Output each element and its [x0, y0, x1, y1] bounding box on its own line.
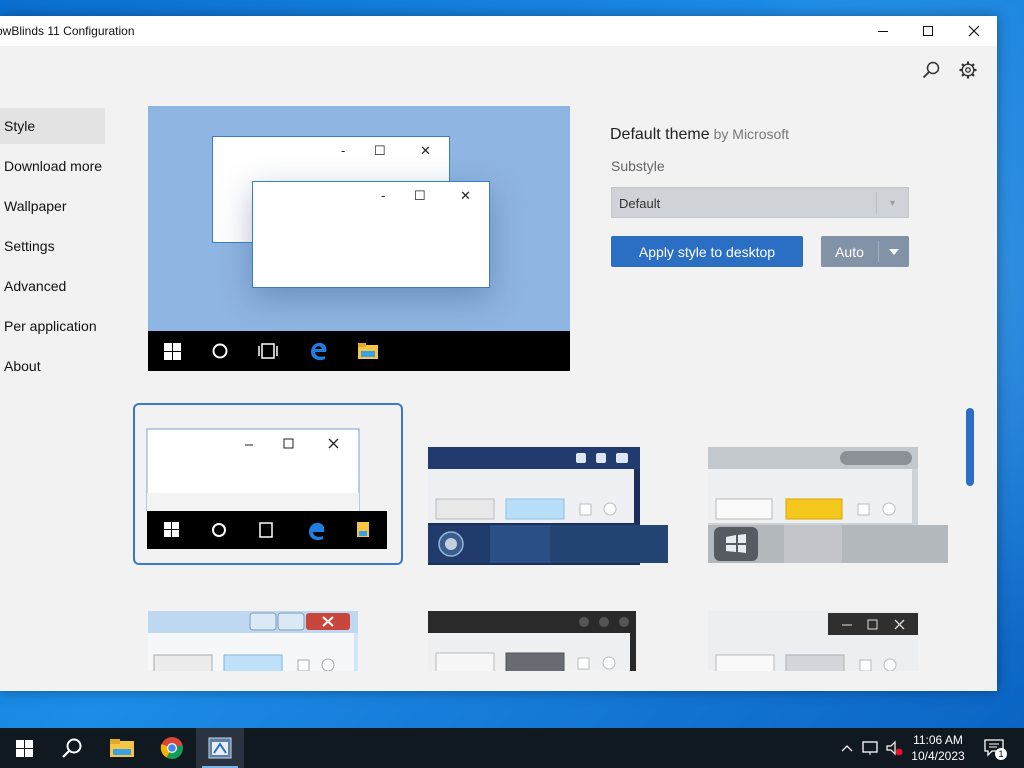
close-icon: [968, 25, 980, 37]
sidebar-item-about[interactable]: About: [0, 348, 105, 384]
style-tile-dark-navy[interactable]: [428, 403, 698, 565]
style-tile-windows-10[interactable]: [133, 403, 403, 565]
taskbar-file-explorer[interactable]: [98, 728, 146, 768]
theme-title: Default theme by Microsoft: [610, 126, 789, 144]
search-button[interactable]: [919, 58, 943, 82]
maximize-icon: [923, 26, 933, 36]
aero-thumbnail: [148, 611, 358, 671]
sidebar-item-wallpaper[interactable]: Wallpaper: [0, 188, 105, 224]
window-title: owBlinds 11 Configuration: [0, 24, 135, 38]
style-tile-dark-glossy[interactable]: [428, 601, 698, 671]
sidebar-item-style[interactable]: Style: [0, 108, 105, 144]
taskbar-windowblinds[interactable]: [196, 728, 244, 768]
preview-minimize-icon: -: [381, 188, 386, 203]
style-tile-aero[interactable]: [148, 601, 418, 671]
file-explorer-icon: [110, 739, 134, 757]
gallery-scrollbar[interactable]: [966, 408, 974, 486]
auto-split-button[interactable]: Auto: [821, 236, 909, 267]
sidebar-item-per-application[interactable]: Per application: [0, 308, 105, 344]
start-button[interactable]: [0, 728, 48, 768]
substyle-dropdown[interactable]: Default ▼: [611, 187, 909, 218]
apply-style-button[interactable]: Apply style to desktop: [611, 236, 803, 267]
settings-button[interactable]: [956, 58, 980, 82]
close-button[interactable]: [951, 16, 997, 46]
windowblinds-window: owBlinds 11 Configuration Style Download…: [0, 16, 997, 691]
silver-thumbnail: [708, 447, 948, 563]
sidebar-item-settings[interactable]: Settings: [0, 228, 105, 264]
style-gallery: [130, 401, 960, 671]
preview-close-icon: ✕: [420, 143, 431, 158]
chevron-down-icon: [889, 248, 899, 255]
minimize-button[interactable]: [860, 16, 906, 46]
chevron-down-icon: ▼: [876, 192, 908, 214]
style-preview: - ☐ ✕ - ☐ ✕: [148, 106, 570, 371]
preview-window-front: - ☐ ✕: [252, 181, 490, 288]
task-view-icon: [258, 341, 278, 361]
sidebar-item-download-more[interactable]: Download more: [0, 148, 105, 184]
dark-navy-thumbnail: [428, 447, 668, 565]
windows-logo-icon: [162, 341, 182, 361]
sidebar: Style Download more Wallpaper Settings A…: [0, 108, 105, 388]
maximize-button[interactable]: [905, 16, 951, 46]
chrome-icon: [160, 737, 183, 759]
taskbar-chrome[interactable]: [148, 728, 196, 768]
preview-close-icon: ✕: [460, 188, 471, 203]
substyle-value: Default: [619, 196, 661, 211]
action-center-button[interactable]: 1: [983, 738, 1007, 760]
file-explorer-icon: [358, 341, 378, 361]
gear-icon: [959, 61, 977, 79]
dark-glossy-thumbnail: [428, 611, 636, 671]
network-icon[interactable]: [861, 738, 881, 758]
edge-icon: [308, 341, 328, 361]
title-bar[interactable]: owBlinds 11 Configuration: [0, 16, 997, 46]
search-icon: [62, 738, 82, 758]
style-tile-silver[interactable]: [708, 403, 960, 565]
preview-maximize-icon: ☐: [414, 188, 426, 203]
auto-button-label[interactable]: Auto: [821, 236, 878, 267]
style-tile-light-frost[interactable]: [708, 601, 960, 671]
search-icon: [922, 61, 940, 79]
cortana-icon: [210, 341, 230, 361]
taskbar: 11:06 AM 10/4/2023 1: [0, 728, 1024, 768]
windows-10-thumbnail: [146, 428, 387, 549]
taskbar-search-button[interactable]: [48, 728, 96, 768]
light-frost-thumbnail: [708, 611, 918, 671]
preview-minimize-icon: -: [341, 143, 346, 158]
auto-dropdown-button[interactable]: [879, 236, 909, 267]
substyle-label: Substyle: [611, 158, 665, 174]
theme-author: by Microsoft: [713, 126, 790, 142]
clock-date: 10/4/2023: [911, 749, 965, 763]
notification-count: 1: [995, 748, 1007, 760]
system-clock[interactable]: 11:06 AM 10/4/2023: [905, 732, 971, 764]
preview-maximize-icon: ☐: [374, 143, 386, 158]
preview-taskbar: [148, 331, 570, 371]
windows-start-icon: [15, 739, 33, 757]
minimize-icon: [878, 31, 888, 32]
volume-muted-icon[interactable]: [884, 738, 904, 758]
clock-time: 11:06 AM: [913, 733, 963, 747]
tray-chevron-up-icon[interactable]: [837, 738, 857, 758]
theme-name: Default theme: [610, 126, 710, 143]
windowblinds-icon: [208, 737, 232, 759]
sidebar-item-advanced[interactable]: Advanced: [0, 268, 105, 304]
